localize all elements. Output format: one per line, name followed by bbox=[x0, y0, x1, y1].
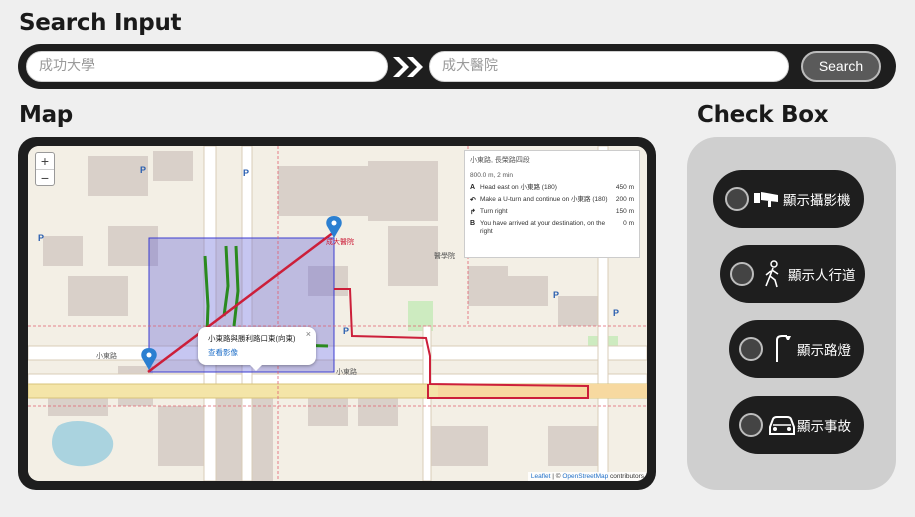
pedestrian-icon bbox=[765, 260, 779, 288]
checkbox-circle[interactable] bbox=[739, 337, 763, 361]
osm-link[interactable]: OpenStreetMap bbox=[562, 473, 608, 480]
street-lamp-icon bbox=[776, 335, 791, 362]
route-summary: 800.0 m, 2 min bbox=[470, 172, 513, 179]
attribution-text: contributors bbox=[608, 473, 644, 480]
checkbox-circle[interactable] bbox=[739, 413, 763, 437]
checkbox-circle[interactable] bbox=[725, 187, 749, 211]
u-turn-icon: ↶ bbox=[470, 197, 476, 204]
route-step-text: Make a U-turn and continue on 小東路 (180) bbox=[480, 196, 608, 203]
zoom-in-button[interactable]: + bbox=[36, 153, 54, 169]
route-step-distance: 0 m bbox=[623, 220, 634, 227]
route-step-distance: 150 m bbox=[615, 208, 634, 215]
parking-label: P bbox=[140, 165, 146, 175]
zoom-control: + − bbox=[35, 152, 55, 186]
start-marker-icon: A bbox=[470, 184, 476, 191]
check-box-heading: Check Box bbox=[697, 102, 829, 128]
route-step: ↱ Turn right 150 m bbox=[470, 208, 634, 216]
double-chevron-right-icon bbox=[393, 57, 423, 77]
route-title: 小東路, 長榮路四段 bbox=[470, 157, 530, 164]
route-step-text: Head east on 小東路 (180) bbox=[480, 184, 557, 191]
destination-input[interactable]: 成大醫院 bbox=[429, 51, 789, 82]
map-heading: Map bbox=[19, 102, 73, 128]
toggle-label: 顯示事故 bbox=[797, 419, 851, 435]
route-step-text: Turn right bbox=[480, 208, 508, 215]
medical-label: 醫學院 bbox=[434, 251, 455, 260]
toggle-sidewalk[interactable]: 顯示人行道 bbox=[720, 245, 865, 303]
parking-label: P bbox=[613, 308, 619, 318]
check-box-panel: 顯示攝影機 顯示人行道 顯示路燈 顯示事故 bbox=[687, 137, 896, 490]
toggle-camera[interactable]: 顯示攝影機 bbox=[713, 170, 864, 228]
popup-close-button[interactable]: × bbox=[306, 329, 311, 339]
route-step: ↶ Make a U-turn and continue on 小東路 (180… bbox=[470, 196, 634, 204]
search-button[interactable]: Search bbox=[801, 51, 881, 82]
map-view[interactable]: P P P P P P 小東路 小東路 成大醫院 醫學院 + − 小東路, 長榮… bbox=[28, 146, 647, 481]
map-attribution: Leaflet | © OpenStreetMap contributors bbox=[527, 472, 647, 481]
checkbox-circle[interactable] bbox=[730, 262, 754, 286]
route-step: B You have arrived at your destination, … bbox=[470, 220, 634, 236]
toggle-streetlight[interactable]: 顯示路燈 bbox=[729, 320, 864, 378]
parking-label: P bbox=[243, 168, 249, 178]
origin-input[interactable]: 成功大學 bbox=[26, 51, 388, 82]
camera-icon bbox=[754, 192, 778, 207]
turn-right-icon: ↱ bbox=[470, 209, 476, 216]
route-step: A Head east on 小東路 (180) 450 m bbox=[470, 184, 634, 192]
leaflet-link[interactable]: Leaflet bbox=[531, 473, 551, 480]
map-frame: P P P P P P 小東路 小東路 成大醫院 醫學院 + − 小東路, 長榮… bbox=[18, 137, 656, 490]
search-bar: 成功大學 成大醫院 Search bbox=[18, 44, 896, 89]
attribution-separator: | © bbox=[550, 473, 563, 480]
search-input-heading: Search Input bbox=[19, 10, 182, 36]
hospital-label: 成大醫院 bbox=[326, 237, 354, 246]
view-image-link[interactable]: 查看影像 bbox=[208, 347, 306, 358]
camera-popup: × 小東路與勝利路口東(向東) 查看影像 bbox=[198, 327, 316, 371]
toggle-label: 顯示攝影機 bbox=[783, 193, 851, 209]
popup-title: 小東路與勝利路口東(向東) bbox=[208, 334, 296, 343]
road-label: 小東路 bbox=[96, 351, 117, 360]
parking-label: P bbox=[553, 290, 559, 300]
route-step-distance: 450 m bbox=[615, 184, 634, 191]
toggle-accident[interactable]: 顯示事故 bbox=[729, 396, 864, 454]
parking-label: P bbox=[38, 233, 44, 243]
route-step-text: You have arrived at your destination, on… bbox=[480, 220, 606, 235]
zoom-out-button[interactable]: − bbox=[36, 169, 54, 186]
road-label: 小東路 bbox=[336, 367, 357, 376]
toggle-label: 顯示路燈 bbox=[797, 343, 851, 359]
parking-label: P bbox=[343, 326, 349, 336]
car-accident-icon bbox=[769, 416, 795, 435]
route-instructions-panel: 小東路, 長榮路四段 800.0 m, 2 min A Head east on… bbox=[464, 150, 640, 258]
route-step-distance: 200 m bbox=[615, 196, 634, 203]
toggle-label: 顯示人行道 bbox=[788, 268, 856, 284]
end-marker-icon: B bbox=[470, 220, 476, 227]
